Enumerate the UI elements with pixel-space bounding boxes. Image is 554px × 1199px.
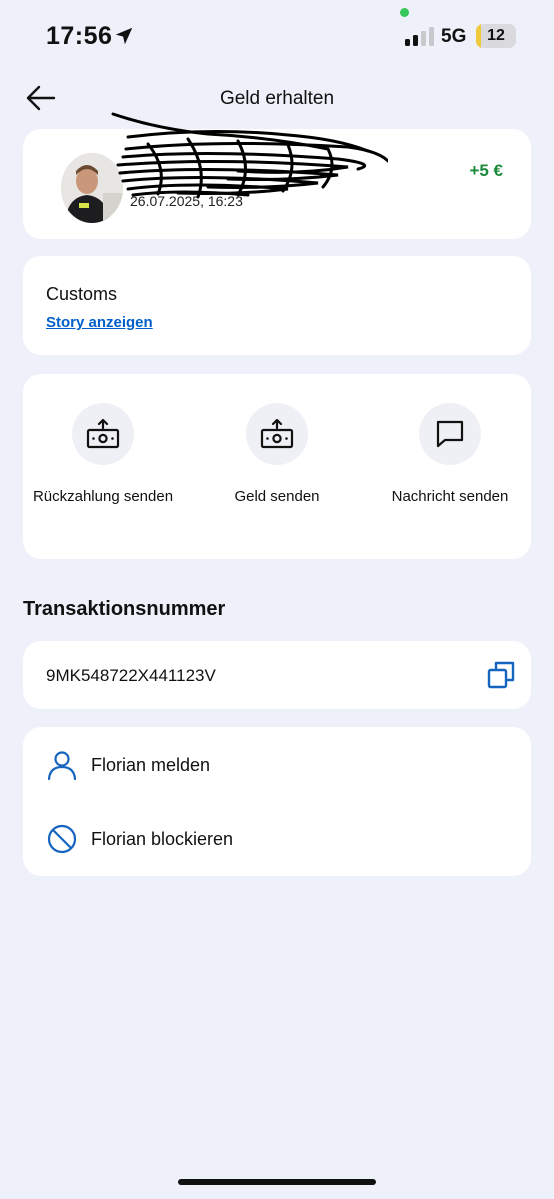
signal-strength-icon	[405, 27, 434, 46]
transaction-date: 26.07.2025, 16:23	[130, 193, 243, 209]
block-user-label: Florian blockieren	[91, 829, 234, 849]
refund-icon-circle	[72, 403, 134, 465]
actions-card: Rückzahlung senden Geld senden Nachricht…	[23, 374, 531, 559]
refund-button[interactable]: Rückzahlung senden	[28, 403, 178, 509]
report-user-button[interactable]: Florian melden	[23, 737, 531, 797]
location-arrow-icon	[115, 27, 133, 45]
received-amount: +5 €	[469, 161, 503, 180]
send-money-icon-circle	[246, 403, 308, 465]
status-time: 17:56	[46, 22, 113, 50]
send-message-icon-circle	[419, 403, 481, 465]
story-link[interactable]: Story anzeigen	[46, 314, 153, 331]
battery-icon: 12	[476, 24, 516, 48]
battery-percentage: 12	[487, 27, 505, 44]
transaction-number: 9MK548722X441123V	[46, 666, 216, 685]
note-card: Customs Story anzeigen	[23, 256, 531, 355]
send-message-label: Nachricht senden	[391, 488, 509, 505]
avatar[interactable]	[61, 153, 123, 223]
payment-note: Customs	[46, 284, 118, 304]
avatar-photo	[61, 153, 123, 223]
block-user-button[interactable]: Florian blockieren	[23, 811, 531, 871]
status-bar: 17:56 5G 12	[0, 0, 554, 70]
transaction-section-title: Transaktionsnummer	[23, 598, 226, 620]
chat-bubble-icon	[436, 420, 464, 448]
money-send-icon	[86, 419, 120, 449]
refund-label: Rückzahlung senden	[32, 488, 174, 505]
report-user-label: Florian melden	[91, 755, 211, 775]
send-message-button[interactable]: Nachricht senden	[375, 403, 525, 509]
transaction-card: 9MK548722X441123V	[23, 641, 531, 709]
send-money-label: Geld senden	[234, 488, 320, 505]
network-type: 5G	[441, 26, 467, 47]
home-indicator[interactable]	[178, 1179, 376, 1185]
privacy-indicator-dot	[400, 8, 409, 17]
copy-icon[interactable]	[487, 661, 515, 689]
send-money-button[interactable]: Geld senden	[202, 403, 352, 509]
screen: 17:56 5G 12 Geld erhalten 26.07.2025, 16…	[0, 0, 554, 1199]
money-send-icon	[260, 419, 294, 449]
report-card: Florian melden Florian blockieren	[23, 727, 531, 876]
block-icon	[47, 824, 77, 854]
page-title: Geld erhalten	[219, 88, 335, 109]
person-icon	[47, 751, 77, 781]
sender-card: 26.07.2025, 16:23 +5 €	[23, 112, 531, 239]
